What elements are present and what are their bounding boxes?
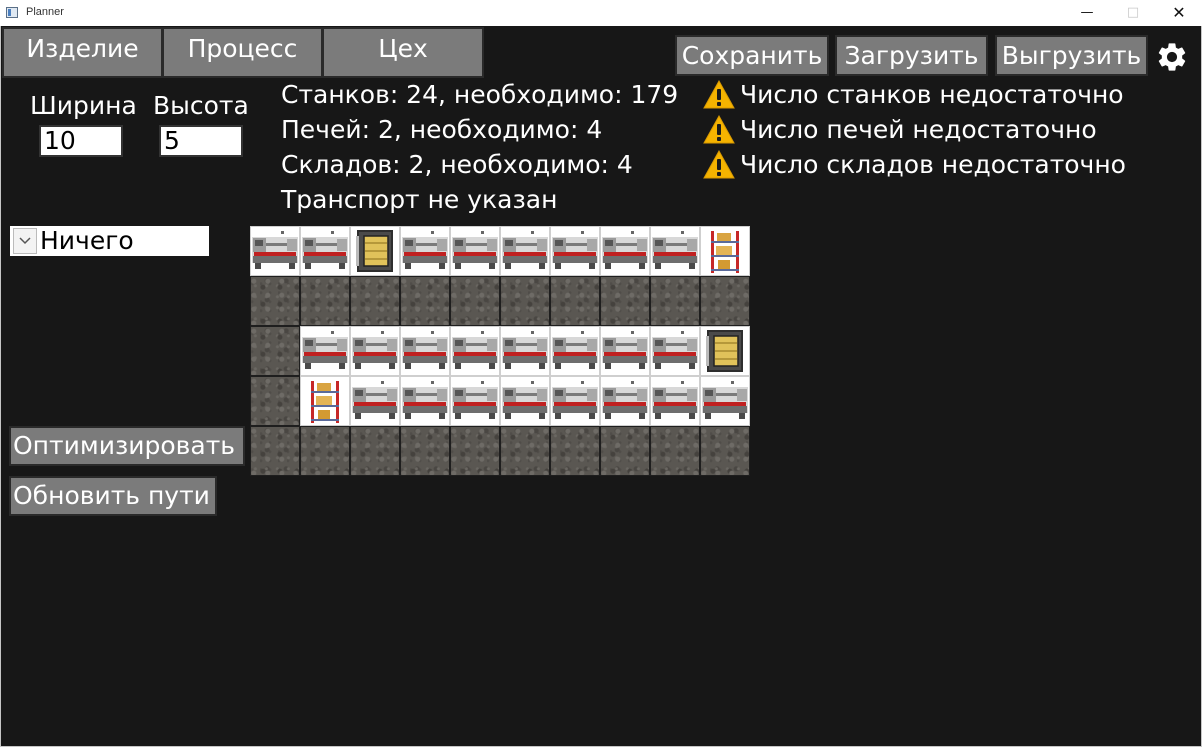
update-paths-button[interactable]: Обновить пути <box>9 476 217 516</box>
lathe-tile[interactable] <box>550 326 600 376</box>
lathe-tile[interactable] <box>500 326 550 376</box>
floor-tile[interactable] <box>400 276 450 326</box>
furnaces-status: Печей: 2, необходимо: 4 <box>281 115 603 144</box>
lathe-tile[interactable] <box>600 326 650 376</box>
floor-tile[interactable] <box>250 426 300 476</box>
tab-workshop[interactable]: Цех <box>322 27 484 78</box>
lathe-tile[interactable] <box>350 376 400 426</box>
warning-icon <box>703 80 735 109</box>
lathe-tile[interactable] <box>650 226 700 276</box>
floor-tile[interactable] <box>250 326 300 376</box>
object-select-value: Ничего <box>40 226 134 255</box>
lathe-tile[interactable] <box>400 326 450 376</box>
save-button[interactable]: Сохранить <box>675 35 829 76</box>
close-icon[interactable]: ✕ <box>1156 0 1202 26</box>
lathe-tile[interactable] <box>300 326 350 376</box>
floor-tile[interactable] <box>400 426 450 476</box>
floor-tile[interactable] <box>650 276 700 326</box>
floor-tile[interactable] <box>600 276 650 326</box>
lathe-tile[interactable] <box>500 376 550 426</box>
chevron-down-icon[interactable] <box>13 228 37 254</box>
title-bar: Planner — □ ✕ <box>0 0 1202 26</box>
warning-icon <box>703 115 735 144</box>
floor-tile[interactable] <box>500 276 550 326</box>
lathe-tile[interactable] <box>550 376 600 426</box>
maximize-icon: □ <box>1126 5 1140 20</box>
floor-tile[interactable] <box>300 426 350 476</box>
warning-warehouses-text: Число складов недостаточно <box>740 150 1126 179</box>
floor-tile[interactable] <box>500 426 550 476</box>
floor-tile[interactable] <box>350 276 400 326</box>
tab-product[interactable]: Изделие <box>2 27 163 78</box>
floor-tile[interactable] <box>250 376 300 426</box>
floor-tile[interactable] <box>650 426 700 476</box>
width-label: Ширина <box>30 91 137 120</box>
furnace-tile[interactable] <box>350 226 400 276</box>
lathe-tile[interactable] <box>450 226 500 276</box>
warning-furnaces-text: Число печей недостаточно <box>740 115 1097 144</box>
lathe-tile[interactable] <box>350 326 400 376</box>
window-title: Planner <box>26 6 64 18</box>
width-field[interactable]: 10 <box>39 125 123 157</box>
lathe-tile[interactable] <box>650 326 700 376</box>
lathe-tile[interactable] <box>700 376 750 426</box>
warning-icon <box>703 150 735 179</box>
storage-rack-tile[interactable] <box>700 226 750 276</box>
floor-tile[interactable] <box>350 426 400 476</box>
lathe-tile[interactable] <box>600 376 650 426</box>
lathe-tile[interactable] <box>450 376 500 426</box>
lathe-tile[interactable] <box>650 376 700 426</box>
furnace-tile[interactable] <box>700 326 750 376</box>
export-button[interactable]: Выгрузить <box>995 35 1148 76</box>
lathe-tile[interactable] <box>300 226 350 276</box>
floor-tile[interactable] <box>550 426 600 476</box>
warning-machines-text: Число станков недостаточно <box>740 80 1124 109</box>
height-field[interactable]: 5 <box>159 125 243 157</box>
object-select[interactable]: Ничего <box>10 226 209 256</box>
machines-status: Станков: 24, необходимо: 179 <box>281 80 679 109</box>
floor-tile[interactable] <box>300 276 350 326</box>
floor-tile[interactable] <box>600 426 650 476</box>
minimize-icon[interactable]: — <box>1064 0 1110 26</box>
lathe-tile[interactable] <box>550 226 600 276</box>
storage-rack-tile[interactable] <box>300 376 350 426</box>
lathe-tile[interactable] <box>400 226 450 276</box>
tab-process[interactable]: Процесс <box>162 27 323 78</box>
workshop-layout-grid[interactable] <box>250 226 750 476</box>
lathe-tile[interactable] <box>400 376 450 426</box>
lathe-tile[interactable] <box>600 226 650 276</box>
lathe-tile[interactable] <box>500 226 550 276</box>
warehouses-status: Складов: 2, необходимо: 4 <box>281 150 633 179</box>
floor-tile[interactable] <box>700 276 750 326</box>
load-button[interactable]: Загрузить <box>835 35 988 76</box>
app-icon <box>6 7 18 18</box>
transport-status: Транспорт не указан <box>281 185 558 214</box>
floor-tile[interactable] <box>550 276 600 326</box>
gear-icon[interactable] <box>1155 40 1189 74</box>
floor-tile[interactable] <box>450 426 500 476</box>
lathe-tile[interactable] <box>250 226 300 276</box>
floor-tile[interactable] <box>250 276 300 326</box>
lathe-tile[interactable] <box>450 326 500 376</box>
floor-tile[interactable] <box>700 426 750 476</box>
window-border-left <box>0 26 1 747</box>
optimize-button[interactable]: Оптимизировать <box>9 426 245 466</box>
height-label: Высота <box>153 91 249 120</box>
floor-tile[interactable] <box>450 276 500 326</box>
